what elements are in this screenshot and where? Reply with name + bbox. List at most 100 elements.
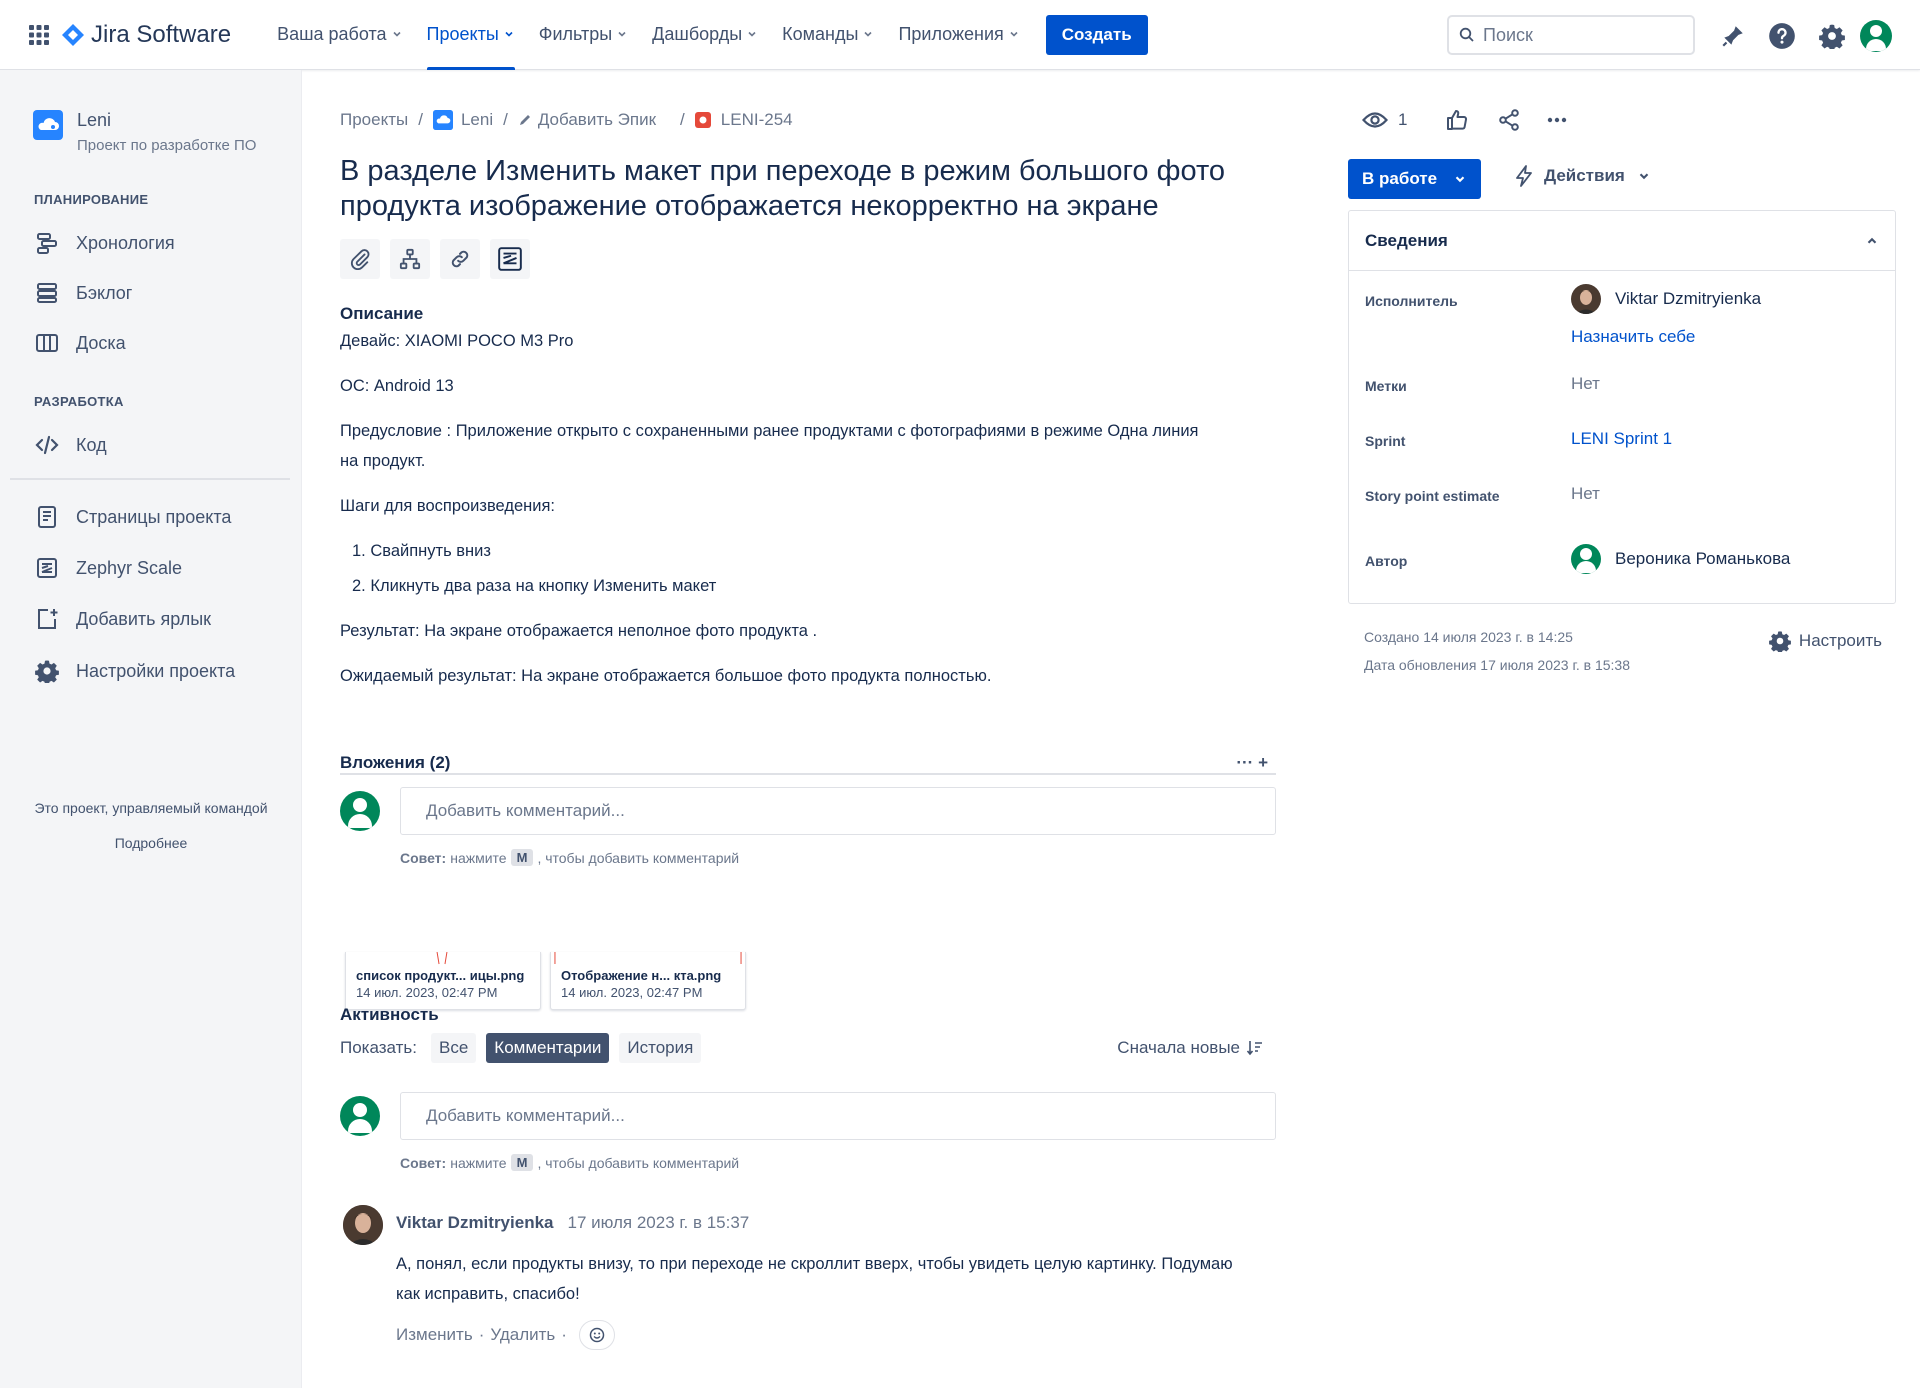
link-issue-button[interactable]: [440, 239, 480, 279]
avatar: [340, 791, 380, 831]
zephyr-icon: [497, 246, 523, 272]
configure-button[interactable]: Настроить: [1769, 630, 1882, 652]
sidebar-item-backlog[interactable]: Бэклог: [34, 281, 132, 305]
planning-section-title: ПЛАНИРОВАНИЕ: [34, 192, 149, 207]
project-header[interactable]: Leni Проект по разработке ПО: [33, 110, 256, 154]
chevron-down-icon: [746, 24, 758, 45]
add-shortcut-icon: [34, 607, 60, 631]
help-icon[interactable]: [1766, 20, 1798, 52]
profile-avatar[interactable]: [1860, 20, 1892, 52]
sidebar-item-label: Страницы проекта: [76, 506, 232, 527]
search-icon: [1459, 27, 1475, 43]
app-switcher-icon[interactable]: [27, 23, 51, 47]
actions-dropdown[interactable]: Действия: [1514, 165, 1651, 187]
status-label: В работе: [1362, 169, 1438, 188]
avatar: [1571, 284, 1601, 314]
dev-section-title: РАЗРАБОТКА: [34, 394, 124, 409]
learn-more-link[interactable]: Подробнее: [0, 835, 302, 851]
assignee-value[interactable]: Viktar Dzmitryienka: [1571, 284, 1761, 314]
description-step-2: 2. Кликнуть два раза на кнопку Изменить …: [352, 577, 717, 595]
sidebar-item-zephyr[interactable]: Zephyr Scale: [34, 556, 182, 580]
delete-comment-button[interactable]: Удалить: [490, 1325, 555, 1345]
attach-button[interactable]: [340, 239, 380, 279]
filter-comments[interactable]: Комментарии: [486, 1033, 610, 1063]
nav-teams[interactable]: Команды: [770, 0, 886, 70]
attachment-card[interactable]: список продукт... ицы.png 14 июл. 2023, …: [345, 952, 541, 1010]
settings-gear-icon[interactable]: [1816, 20, 1848, 52]
attachment-card[interactable]: Отображение н... кта.png 14 июл. 2023, 0…: [550, 952, 746, 1010]
sidebar-item-label: Бэклог: [76, 282, 133, 303]
comment-input[interactable]: Добавить комментарий...: [400, 787, 1276, 835]
emoji-icon: [589, 1327, 605, 1343]
code-icon: [34, 433, 60, 457]
issue-title[interactable]: В разделе Изменить макет при переходе в …: [340, 154, 1280, 224]
sort-newest-button[interactable]: Сначала новые: [1117, 1038, 1264, 1058]
comment-time[interactable]: 17 июля 2023 г. в 15:37: [567, 1213, 749, 1233]
add-child-issue-button[interactable]: [390, 239, 430, 279]
filter-history[interactable]: История: [619, 1033, 702, 1063]
chevron-up-icon: [1865, 234, 1879, 248]
zephyr-test-button[interactable]: [490, 239, 530, 279]
updated-date: Дата обновления 17 июля 2023 г. в 15:38: [1364, 657, 1630, 673]
filter-all[interactable]: Все: [431, 1033, 477, 1063]
details-title: Сведения: [1365, 230, 1448, 250]
breadcrumb-issue-key[interactable]: LENI-254: [694, 110, 793, 130]
comment-body: А, понял, если продукты внизу, то при пе…: [396, 1249, 1276, 1309]
breadcrumb-label: LENI-254: [720, 110, 793, 129]
breadcrumb-projects[interactable]: Проекты: [340, 110, 408, 130]
search-input[interactable]: Поиск: [1447, 15, 1695, 55]
story-points-value[interactable]: Нет: [1571, 484, 1600, 504]
watch-button[interactable]: 1: [1362, 110, 1407, 130]
comment-line: как исправить, спасибо!: [396, 1285, 580, 1303]
sidebar-item-code[interactable]: Код: [34, 433, 107, 457]
sidebar-item-project-pages[interactable]: Страницы проекта: [34, 505, 231, 529]
nav-filters[interactable]: Фильтры: [527, 0, 640, 70]
chevron-down-icon: [391, 24, 403, 45]
assignee-label: Исполнитель: [1365, 293, 1458, 309]
attachments-actions[interactable]: ··· +: [1236, 753, 1268, 773]
nav-apps[interactable]: Приложения: [886, 0, 1031, 70]
details-header[interactable]: Сведения: [1349, 211, 1895, 271]
labels-label: Метки: [1365, 378, 1407, 394]
breadcrumb-project[interactable]: Leni: [432, 110, 493, 130]
nav-projects[interactable]: Проекты: [415, 0, 527, 70]
comment-meta: Viktar Dzmitryienka 17 июля 2023 г. в 15…: [396, 1213, 749, 1233]
paperclip-icon: [349, 248, 371, 270]
comment-author[interactable]: Viktar Dzmitryienka: [396, 1213, 553, 1233]
more-icon[interactable]: [1545, 108, 1569, 132]
configure-label: Настроить: [1798, 631, 1882, 650]
project-type: Проект по разработке ПО: [77, 137, 257, 154]
sidebar-item-project-settings[interactable]: Настройки проекта: [34, 659, 235, 683]
edit-comment-button[interactable]: Изменить: [396, 1325, 473, 1345]
jira-logo[interactable]: Jira Software: [61, 21, 231, 49]
thumbs-up-icon[interactable]: [1445, 108, 1469, 132]
attachments-header: Вложения (2) ··· +: [340, 753, 1276, 775]
settings-icon: [34, 659, 60, 683]
avatar: [1571, 544, 1601, 574]
sort-icon: [1246, 1039, 1264, 1057]
search-placeholder: Поиск: [1483, 24, 1533, 45]
assign-to-me-link[interactable]: Назначить себе: [1571, 327, 1695, 347]
breadcrumb-add-epic[interactable]: Добавить Эпик: [518, 110, 656, 130]
sidebar-item-add-shortcut[interactable]: Добавить ярлык: [34, 607, 211, 631]
labels-value[interactable]: Нет: [1571, 374, 1600, 394]
chevron-down-icon: [1008, 24, 1020, 45]
description-precondition-cont: на продукт.: [340, 452, 426, 470]
status-dropdown[interactable]: В работе: [1348, 159, 1482, 199]
notifications-icon[interactable]: [1717, 20, 1749, 52]
sidebar-item-board[interactable]: Доска: [34, 331, 126, 355]
actions-label: Действия: [1544, 166, 1625, 185]
share-icon[interactable]: [1497, 108, 1521, 132]
create-button[interactable]: Создать: [1045, 14, 1148, 55]
attachment-preview: [554, 952, 742, 964]
nav-your-work[interactable]: Ваша работа: [265, 0, 414, 70]
description-device: Девайс: XIAOMI POCO M3 Pro: [340, 332, 574, 350]
sidebar-item-timeline[interactable]: Хронология: [34, 231, 175, 255]
details-panel: Сведения Исполнитель Viktar Dzmitryienka…: [1348, 210, 1896, 604]
reporter-value[interactable]: Вероника Романькова: [1571, 544, 1790, 574]
comment-input[interactable]: Добавить комментарий...: [400, 1092, 1276, 1140]
description-steps-label: Шаги для воспроизведения:: [340, 497, 556, 515]
sprint-value[interactable]: LENI Sprint 1: [1571, 429, 1672, 449]
nav-dashboards[interactable]: Дашборды: [640, 0, 770, 70]
add-reaction-button[interactable]: [578, 1320, 615, 1350]
